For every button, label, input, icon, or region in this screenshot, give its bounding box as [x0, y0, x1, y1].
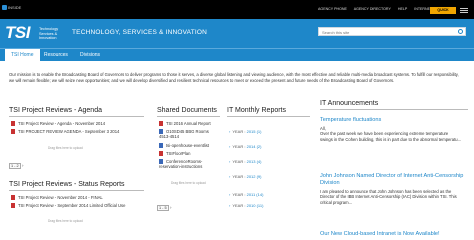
- agenda-title: TSI Project Reviews - Agenda: [9, 107, 102, 114]
- pager: 1 - 2: [9, 163, 21, 169]
- pdf-icon: [11, 121, 15, 126]
- status-title: TSI Project Reviews - Status Reports: [9, 181, 125, 188]
- document-icon: [159, 159, 163, 164]
- list-item[interactable]: O10SD45 BBG Rooms 4513-4514: [159, 129, 219, 140]
- chevron-right-icon: ›: [229, 203, 231, 208]
- upload-hint: Drag files here to upload: [171, 181, 206, 185]
- banner-title: TECHNOLOGY, SERVICES & INNOVATION: [72, 29, 208, 36]
- pdf-icon: [11, 195, 15, 200]
- pager: 1 - 5: [157, 205, 169, 211]
- search-placeholder: Search this site: [322, 29, 350, 35]
- site-logo-icon: [2, 5, 7, 10]
- list-item[interactable]: TSI Project Review - Agenda - November 2…: [11, 121, 105, 126]
- tab-tsi-home[interactable]: TSI Home: [5, 49, 40, 61]
- announcements-divider: [320, 109, 468, 110]
- chevron-right-icon: ›: [229, 159, 231, 164]
- year-item[interactable]: › YEAR : 2013 (4): [229, 159, 262, 164]
- agency-phone-link[interactable]: AGENCY PHONE: [318, 7, 347, 11]
- announcement-text: I am pleased to announce that John Johns…: [320, 189, 457, 205]
- announcement-title[interactable]: John Johnson Named Director of Internet …: [320, 173, 465, 186]
- list-item[interactable]: tsi-openhouse-eventlist: [159, 143, 209, 148]
- list-item[interactable]: TSI 2016 Annual Report: [159, 121, 211, 126]
- agenda-divider: [9, 116, 144, 117]
- list-item[interactable]: ConferenceRooms-reservation-instructions: [159, 159, 221, 170]
- upload-hint: Drag files here to upload: [48, 219, 83, 223]
- announcement-title[interactable]: Temperature fluctuations: [320, 117, 381, 123]
- shared-docs-title: Shared Documents: [157, 107, 217, 114]
- pdf-icon: [159, 151, 163, 156]
- list-item[interactable]: TSI Project Review - November 2014 - FIN…: [11, 195, 103, 200]
- tab-divisions[interactable]: Divisions: [80, 49, 100, 61]
- year-item[interactable]: › YEAR : 2015 (1): [229, 129, 262, 134]
- year-item[interactable]: › YEAR : 2014 (2): [229, 144, 262, 149]
- top-bar: INSIDE AGENCY PHONE AGENCY DIRECTORY HEL…: [0, 0, 474, 19]
- status-divider: [9, 190, 144, 191]
- announcement-title[interactable]: Our New Cloud-based Intranet is Now Avai…: [320, 231, 470, 237]
- tsi-logo[interactable]: TSI Technology Services & Innovation: [5, 23, 58, 43]
- search-icon[interactable]: [458, 29, 463, 34]
- chevron-right-icon: ›: [229, 129, 231, 134]
- announcement-text: All, Over the past week we have been exp…: [320, 126, 462, 142]
- document-icon: [159, 143, 163, 148]
- help-link[interactable]: HELP: [398, 7, 407, 11]
- quick-access-button[interactable]: QUICK ACCESS: [430, 7, 456, 19]
- site-id[interactable]: INSIDE: [2, 5, 21, 10]
- search-input[interactable]: Search this site: [318, 27, 466, 36]
- shared-docs-divider: [157, 116, 220, 117]
- mission-statement: Our mission is to enable the Broadcastin…: [9, 72, 459, 83]
- agency-directory-link[interactable]: AGENCY DIRECTORY: [354, 7, 391, 11]
- document-icon: [159, 129, 163, 134]
- chevron-right-icon: ›: [229, 144, 231, 149]
- chevron-right-icon: ›: [229, 174, 231, 179]
- logo-subtitle: Technology Services & Innovation: [39, 27, 59, 40]
- logo-text: TSI: [5, 23, 30, 42]
- list-item[interactable]: TSIFloorPlan: [159, 151, 190, 156]
- list-item[interactable]: TSI Project Review - September 2014 Limi…: [11, 203, 125, 208]
- pdf-icon: [11, 203, 15, 208]
- list-item[interactable]: TSI PROJECT REVIEW AGENDA - September 3 …: [11, 129, 119, 134]
- next-page-icon[interactable]: ›: [170, 205, 172, 210]
- pdf-icon: [11, 129, 15, 134]
- year-item[interactable]: › YEAR : 2011 (14): [229, 192, 263, 197]
- pdf-icon: [159, 121, 163, 126]
- tab-resources[interactable]: Resources: [44, 49, 68, 61]
- monthly-reports-divider: [227, 116, 310, 117]
- year-item[interactable]: › YEAR : 2010 (11): [229, 203, 263, 208]
- main-nav: TSI Home Resources Divisions: [0, 48, 474, 61]
- monthly-reports-title: IT Monthly Reports: [227, 107, 287, 114]
- announcements-title: IT Announcements: [320, 100, 379, 107]
- chevron-right-icon: ›: [229, 192, 231, 197]
- hamburger-icon[interactable]: [460, 8, 468, 13]
- upload-hint: Drag files here to upload: [48, 146, 83, 150]
- year-item[interactable]: › YEAR : 2012 (9): [229, 174, 262, 179]
- next-page-icon[interactable]: ›: [22, 163, 24, 168]
